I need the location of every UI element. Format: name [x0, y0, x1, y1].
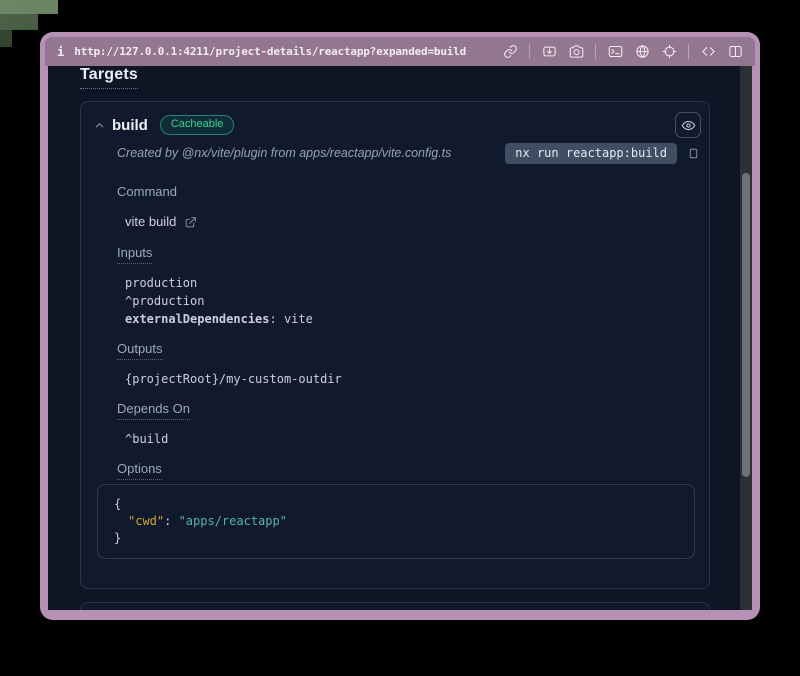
page-title: Targets [80, 66, 138, 89]
outputs-list: {projectRoot}/my-custom-outdir [117, 370, 683, 388]
outputs-label[interactable]: Outputs [117, 341, 163, 360]
scrollbar-track[interactable] [740, 66, 752, 610]
url-bar[interactable]: http://127.0.0.1:4211/project-details/re… [74, 45, 466, 58]
split-panel-icon[interactable] [727, 44, 743, 60]
command-text: vite build [125, 213, 176, 231]
info-icon: i [57, 45, 64, 59]
terminal-icon[interactable] [607, 44, 623, 60]
browser-window: i http://127.0.0.1:4211/project-details/… [40, 32, 760, 620]
save-page-icon[interactable] [541, 44, 557, 60]
section-outputs: Outputs {projectRoot}/my-custom-outdir [117, 340, 683, 388]
browser-toolbar: i http://127.0.0.1:4211/project-details/… [45, 37, 755, 66]
json-line: "cwd": "apps/reactapp" [114, 513, 678, 530]
target-header-serve[interactable]: serve vite serve [81, 603, 709, 610]
target-header-build[interactable]: build Cacheable [81, 102, 709, 138]
json-key: "cwd" [128, 514, 164, 528]
input-item: ^production [125, 292, 683, 310]
json-sep: : [164, 514, 178, 528]
input-kv-value: vite [284, 312, 313, 326]
section-depends-on: Depends On ^build [117, 400, 683, 448]
section-command: Command vite build [117, 183, 683, 231]
depends-on-item: ^build [125, 430, 683, 448]
project-details-page: Targets build Cacheable Created by @nx/v… [48, 66, 740, 610]
globe-icon[interactable] [634, 44, 650, 60]
target-card-serve: serve vite serve [80, 602, 710, 610]
toolbar-separator [688, 44, 689, 59]
page-viewport: Targets build Cacheable Created by @nx/v… [48, 66, 740, 610]
eye-icon-button[interactable] [675, 112, 701, 138]
depends-on-list: ^build [117, 430, 683, 448]
camera-icon[interactable] [568, 44, 584, 60]
copy-icon[interactable] [685, 145, 701, 161]
target-card-build: build Cacheable Created by @nx/vite/plug… [80, 101, 710, 589]
toolbar-separator [595, 44, 596, 59]
cacheable-badge: Cacheable [160, 115, 235, 135]
run-command-pill: nx run reactapp:build [505, 143, 677, 164]
input-kv-sep: : [270, 312, 284, 326]
scrollbar-thumb[interactable] [742, 173, 750, 477]
crosshair-icon[interactable] [661, 44, 677, 60]
inputs-label[interactable]: Inputs [117, 245, 152, 264]
created-by-row: Created by @nx/vite/plugin from apps/rea… [81, 138, 709, 164]
target-details: Command vite build Inputs production [81, 183, 709, 588]
json-line: { [114, 496, 678, 513]
command-value: vite build [117, 213, 683, 231]
external-link-icon[interactable] [183, 215, 197, 229]
options-label[interactable]: Options [117, 461, 162, 480]
input-kv-key: externalDependencies [125, 312, 270, 326]
toolbar-actions [502, 44, 743, 60]
options-json-block: { "cwd": "apps/reactapp" } [97, 484, 695, 559]
created-by-text: Created by @nx/vite/plugin from apps/rea… [117, 146, 505, 160]
input-item: externalDependencies: vite [125, 310, 683, 328]
command-label: Command [117, 184, 177, 202]
section-inputs: Inputs production ^production externalDe… [117, 244, 683, 328]
depends-on-label[interactable]: Depends On [117, 401, 190, 420]
chevron-up-icon[interactable] [91, 117, 107, 133]
input-item: production [125, 274, 683, 292]
desktop-wallpaper-corner [0, 0, 58, 14]
json-string-value: "apps/reactapp" [179, 514, 287, 528]
target-name: build [112, 117, 148, 134]
inputs-list: production ^production externalDependenc… [117, 274, 683, 328]
output-item: {projectRoot}/my-custom-outdir [125, 370, 683, 388]
link-icon[interactable] [502, 44, 518, 60]
toolbar-separator [529, 44, 530, 59]
section-options: Options { "cwd": "apps/reactapp" } [117, 460, 683, 559]
code-icon[interactable] [700, 44, 716, 60]
json-line: } [114, 530, 678, 547]
